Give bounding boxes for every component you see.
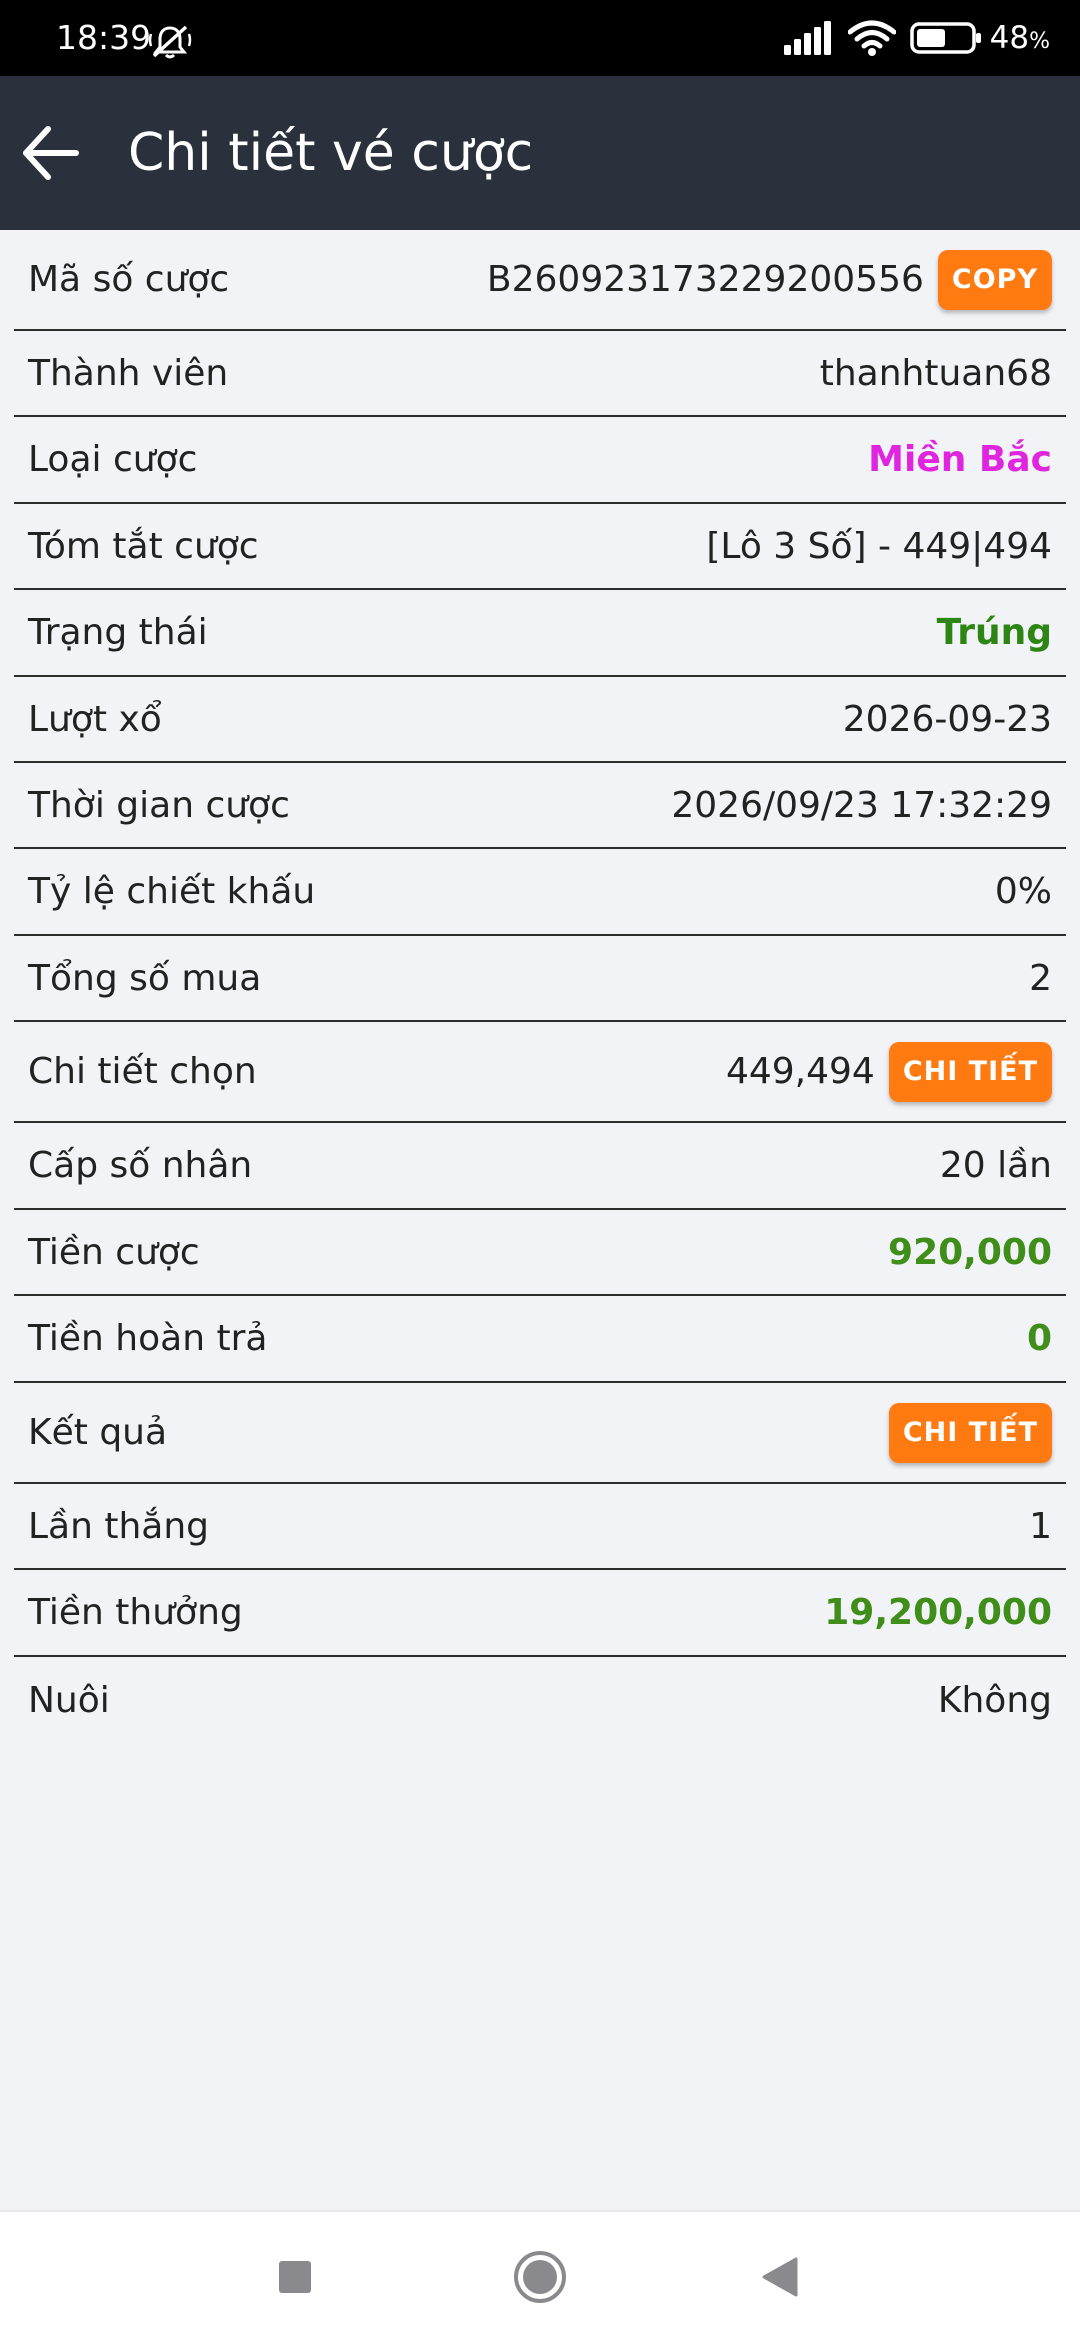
row-bet-time: Thời gian cược 2026/09/23 17:32:29 [14, 763, 1066, 849]
row-label: Lượt xổ [28, 698, 162, 740]
multiplier-value: 20 lần [939, 1145, 1052, 1186]
system-nav-bar [0, 2210, 1080, 2342]
refund-value: 0 [1026, 1318, 1052, 1359]
row-multiplier: Cấp số nhân 20 lần [14, 1123, 1066, 1210]
bet-type-value: Miền Bắc [868, 439, 1052, 480]
battery-percent: 48% [989, 20, 1050, 56]
row-bet-summary: Tóm tắt cược [Lô 3 Số] - 449|494 [14, 504, 1066, 590]
row-bet-code: Mã số cược B260923173229200556 COPY [14, 230, 1066, 331]
row-label: Tổng số mua [28, 957, 262, 999]
discount-rate-value: 0% [994, 871, 1052, 912]
row-label: Thời gian cược [28, 784, 290, 826]
prize-value: 19,200,000 [824, 1592, 1052, 1633]
row-selection-detail: Chi tiết chọn 449,494 CHI TIẾT [14, 1022, 1066, 1123]
row-wins: Lần thắng 1 [14, 1484, 1066, 1570]
nav-back-button[interactable] [735, 2212, 825, 2342]
nav-recents-button[interactable] [250, 2212, 340, 2342]
row-nurture: Nuôi Không [14, 1657, 1066, 1743]
battery-icon [909, 21, 982, 55]
bet-code-value: B260923173229200556 [486, 259, 924, 300]
row-label: Trạng thái [28, 612, 208, 653]
row-discount-rate: Tỷ lệ chiết khấu 0% [14, 849, 1066, 936]
wins-value: 1 [1029, 1505, 1052, 1547]
nav-home-button[interactable] [495, 2212, 585, 2342]
row-label: Mã số cược [28, 259, 230, 300]
status-value: Trúng [936, 612, 1052, 653]
total-bought-value: 2 [1029, 957, 1052, 999]
result-detail-button[interactable]: CHI TIẾT [888, 1402, 1052, 1463]
arrow-left-icon [23, 126, 79, 180]
row-label: Tỷ lệ chiết khấu [28, 871, 316, 912]
row-label: Tiền thưởng [28, 1592, 243, 1633]
row-member: Thành viên thanhtuan68 [14, 331, 1066, 417]
draw-value: 2026-09-23 [842, 698, 1052, 740]
row-label: Cấp số nhân [28, 1145, 253, 1186]
app-bar: Chi tiết vé cược [0, 76, 1080, 230]
row-refund: Tiền hoàn trả 0 [14, 1296, 1066, 1383]
row-label: Tiền cược [28, 1231, 200, 1273]
back-button[interactable] [6, 109, 94, 197]
copy-button[interactable]: COPY [937, 249, 1052, 310]
status-time: 18:39 [56, 18, 152, 57]
row-label: Lần thắng [28, 1505, 210, 1547]
row-label: Loại cược [28, 439, 198, 480]
bell-muted-icon [148, 24, 192, 59]
selection-detail-button[interactable]: CHI TIẾT [888, 1041, 1052, 1102]
row-bet-amount: Tiền cược 920,000 [14, 1210, 1066, 1296]
row-label: Tiền hoàn trả [28, 1318, 268, 1359]
signal-icon [783, 21, 834, 55]
triangle-back-icon [762, 2257, 798, 2297]
bet-summary-value: [Lô 3 Số] - 449|494 [706, 525, 1052, 567]
square-icon [279, 2261, 311, 2293]
row-draw: Lượt xổ 2026-09-23 [14, 677, 1066, 763]
row-bet-type: Loại cược Miền Bắc [14, 417, 1066, 504]
row-label: Nuôi [28, 1679, 110, 1721]
member-value: thanhtuan68 [819, 352, 1052, 394]
page-title: Chi tiết vé cược [128, 123, 534, 183]
row-label: Chi tiết chọn [28, 1051, 257, 1092]
bet-time-value: 2026/09/23 17:32:29 [671, 784, 1052, 826]
row-total-bought: Tổng số mua 2 [14, 936, 1066, 1022]
row-result: Kết quả CHI TIẾT [14, 1383, 1066, 1484]
row-label: Kết quả [28, 1412, 168, 1453]
row-label: Tóm tắt cược [28, 525, 259, 567]
wifi-icon [847, 20, 896, 56]
row-label: Thành viên [28, 352, 229, 394]
nurture-value: Không [937, 1679, 1052, 1721]
row-prize: Tiền thưởng 19,200,000 [14, 1570, 1066, 1657]
selection-value: 449,494 [725, 1051, 875, 1092]
row-status: Trạng thái Trúng [14, 590, 1066, 677]
status-bar: 18:39 48% [0, 0, 1080, 76]
bet-amount-value: 920,000 [888, 1231, 1052, 1273]
circle-icon [514, 2251, 566, 2303]
bet-detail-list: Mã số cược B260923173229200556 COPY Thàn… [14, 230, 1066, 1743]
